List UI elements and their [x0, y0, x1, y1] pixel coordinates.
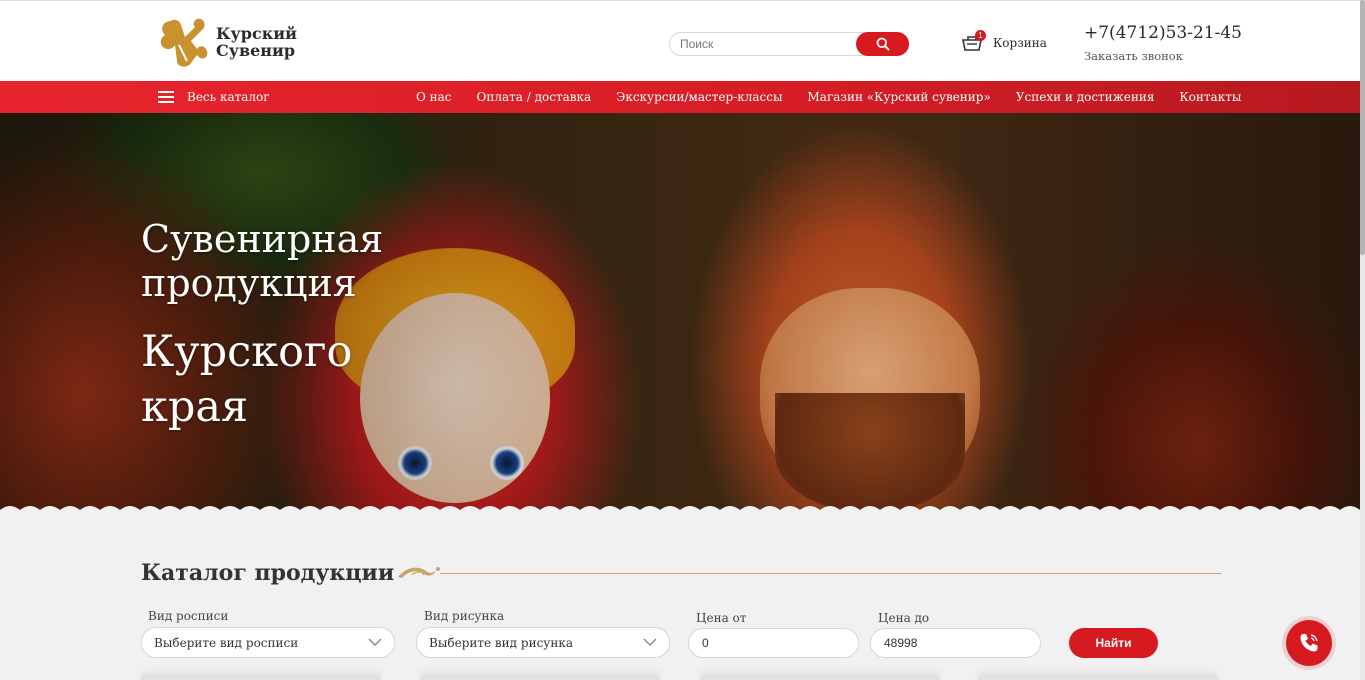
callback-link[interactable]: Заказать звонок — [1084, 49, 1183, 63]
price-from-value: 0 — [702, 636, 709, 650]
main-nav: Весь каталог О нас Оплата / доставка Экс… — [0, 81, 1360, 113]
hero-subtitle-line1: Курского — [141, 327, 353, 377]
catalog-title: Каталог продукции — [141, 560, 395, 586]
phone-number[interactable]: +7(4712)53-21-45 — [1084, 23, 1242, 43]
hero-title-line2: продукция — [141, 261, 357, 305]
cart-count-badge: 1 — [975, 30, 986, 41]
logo-line2: Сувенир — [216, 41, 296, 60]
search-input[interactable] — [680, 36, 850, 52]
nav-links: О нас Оплата / доставка Экскурсии/мастер… — [416, 81, 1266, 113]
logo-line1: Курский — [216, 24, 298, 43]
pattern-type-select[interactable]: Выберите вид рисунка — [416, 627, 670, 658]
logo-mark-icon — [160, 18, 208, 67]
product-card[interactable] — [978, 674, 1218, 680]
product-card[interactable] — [700, 674, 940, 680]
price-to-input[interactable]: 48998 — [870, 628, 1041, 658]
cart-link[interactable]: 1 Корзина — [962, 30, 1047, 52]
scrollbar-thumb[interactable] — [1360, 0, 1365, 255]
search-button[interactable] — [856, 32, 909, 56]
nav-link-shop[interactable]: Магазин «Курский сувенир» — [808, 90, 991, 104]
page-scrollbar[interactable] — [1360, 0, 1365, 680]
search-icon — [876, 37, 890, 51]
pattern-type-value: Выберите вид рисунка — [429, 636, 573, 650]
hero-title-line1: Сувенирная — [141, 217, 384, 261]
cart-icon: 1 — [962, 30, 986, 52]
price-from-label: Цена от — [696, 611, 747, 625]
chevron-down-icon — [643, 638, 657, 646]
catalog-menu-label: Весь каталог — [187, 90, 270, 104]
hero-banner: Сувенирная продукция Курского края — [0, 113, 1360, 515]
hero-wave-divider — [0, 506, 1360, 515]
price-to-value: 48998 — [884, 636, 918, 650]
price-from-input[interactable]: 0 — [688, 628, 859, 658]
product-card[interactable] — [420, 674, 660, 680]
cart-label: Корзина — [993, 36, 1047, 50]
hero-overlay — [0, 113, 1360, 515]
menu-icon — [158, 91, 174, 103]
catalog-menu-button[interactable]: Весь каталог — [158, 81, 270, 113]
nav-link-payment-delivery[interactable]: Оплата / доставка — [477, 90, 592, 104]
nav-link-contacts[interactable]: Контакты — [1179, 90, 1241, 104]
search-box — [669, 32, 909, 56]
catalog-title-divider — [440, 573, 1221, 574]
phone-icon — [1300, 634, 1318, 652]
hero-subtitle: Курского края — [141, 325, 352, 435]
logo-text: Курский Сувенир — [216, 25, 297, 59]
call-button[interactable] — [1286, 620, 1332, 666]
find-button[interactable]: Найти — [1069, 628, 1158, 658]
hero-subtitle-line2: края — [141, 382, 249, 432]
painting-type-select[interactable]: Выберите вид росписи — [141, 627, 395, 658]
logo[interactable]: Курский Сувенир — [157, 15, 297, 69]
ornament-icon — [398, 567, 440, 578]
nav-link-excursions[interactable]: Экскурсии/мастер-классы — [616, 90, 782, 104]
pattern-type-label: Вид рисунка — [424, 609, 505, 623]
price-to-label: Цена до — [878, 611, 930, 625]
site-header: Курский Сувенир 1 Корзина +7(4712)53-21-… — [0, 0, 1360, 81]
nav-link-achievements[interactable]: Успехи и достижения — [1016, 90, 1155, 104]
hero-title: Сувенирная продукция — [141, 217, 383, 305]
painting-type-value: Выберите вид росписи — [154, 636, 299, 650]
product-card[interactable] — [141, 674, 381, 680]
nav-link-about[interactable]: О нас — [416, 90, 452, 104]
painting-type-label: Вид росписи — [148, 609, 229, 623]
chevron-down-icon — [368, 638, 382, 646]
